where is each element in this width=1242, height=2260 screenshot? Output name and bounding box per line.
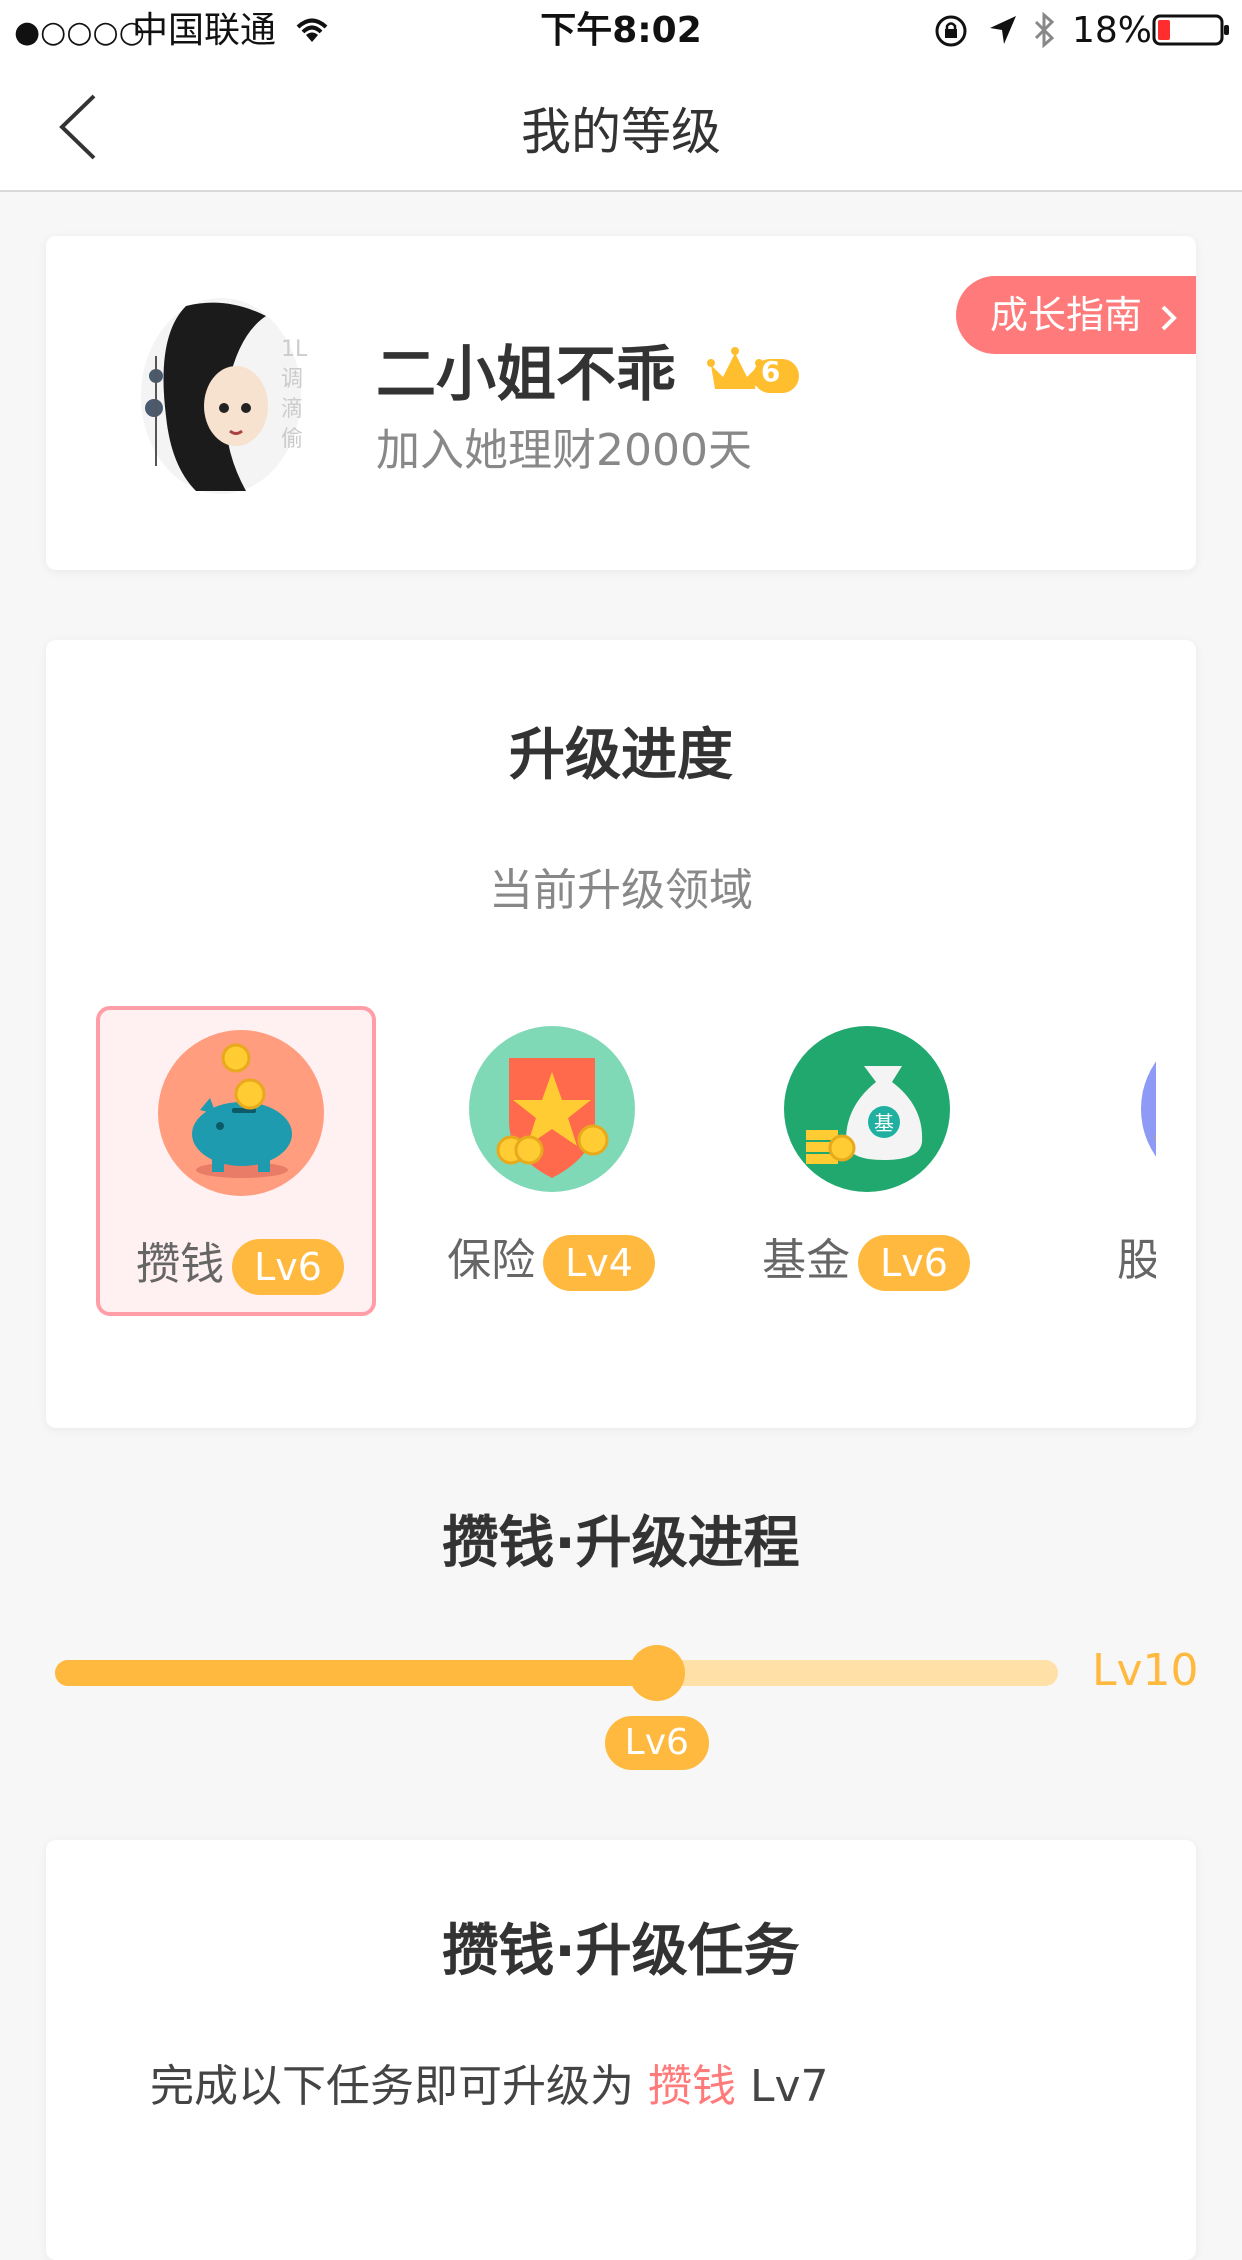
svg-text:基: 基 <box>874 1111 894 1135</box>
growth-guide-button[interactable]: 成长指南 <box>956 276 1196 354</box>
shield-star-icon <box>469 1026 635 1192</box>
page-title: 我的等级 <box>521 103 721 161</box>
profile-card: 1L 调 滴 偷 二小姐不乖 6 加入她理财2000天 成长指南 <box>46 236 1196 570</box>
piggy-bank-icon <box>158 1030 324 1196</box>
requirement-domain: 攒钱 <box>648 2061 736 2112</box>
svg-text:偷: 偷 <box>281 427 303 452</box>
task-item-clipped <box>190 2190 750 2220</box>
upgrade-tasks-title: 攒钱·升级任务 <box>442 1919 800 1984</box>
battery-percent: 18% <box>1072 10 1153 51</box>
upgrade-progress-card: 升级进度 当前升级领域 攒钱 Lv6 保险 Lv4 基 基金 Lv6 股 <box>46 640 1196 1428</box>
requirement-level: Lv7 <box>750 2061 829 2112</box>
money-bag-icon: 基 <box>784 1026 950 1192</box>
level-progress-knob <box>628 1645 685 1701</box>
domain-label: 股票 <box>1117 1224 1156 1288</box>
current-domain-subtitle: 当前升级领域 <box>489 865 753 916</box>
crown-icon <box>706 346 799 393</box>
current-level-pill: Lv6 <box>604 1716 709 1770</box>
location-icon <box>988 14 1018 50</box>
user-name: 二小姐不乖 6 <box>376 326 803 414</box>
svg-text:调: 调 <box>281 367 303 392</box>
domain-name: 股票 <box>1117 1235 1156 1286</box>
level-pill: Lv4 <box>543 1235 655 1291</box>
max-level-label: Lv10 <box>1092 1645 1199 1696</box>
user-name-text: 二小姐不乖 <box>376 340 676 410</box>
domain-fund[interactable]: 基 基金 Lv6 <box>726 1006 1006 1316</box>
avatar[interactable]: 1L 调 滴 偷 <box>126 296 316 496</box>
domain-name: 基金 <box>762 1235 851 1286</box>
domain-stocks[interactable]: 股票 <box>1041 1006 1156 1316</box>
battery-icon <box>1152 14 1232 50</box>
domain-label: 基金 Lv6 <box>726 1224 1006 1291</box>
growth-guide-label: 成长指南 <box>990 293 1143 337</box>
level-progress-fill <box>55 1660 657 1686</box>
domain-label: 保险 Lv4 <box>411 1224 691 1291</box>
chevron-right-icon <box>1161 305 1177 330</box>
svg-text:1L: 1L <box>281 337 308 362</box>
join-days: 加入她理财2000天 <box>376 425 752 476</box>
level-pill: Lv6 <box>232 1239 344 1295</box>
navigation-bar: 我的等级 <box>0 62 1242 192</box>
level-progress-title: 攒钱·升级进程 <box>442 1511 800 1576</box>
svg-text:滴: 滴 <box>281 397 303 422</box>
crown-level-number: 6 <box>760 354 781 388</box>
domain-insurance[interactable]: 保险 Lv4 <box>411 1006 691 1316</box>
rotation-lock-icon <box>934 14 968 52</box>
level-progress-track <box>55 1660 1058 1686</box>
upgrade-requirement-text: 完成以下任务即可升级为 攒钱 Lv7 <box>150 2050 829 2114</box>
crown-level-badge: 6 <box>706 343 803 414</box>
requirement-prefix: 完成以下任务即可升级为 <box>150 2061 634 2112</box>
upgrade-progress-title: 升级进度 <box>509 723 733 788</box>
domain-savings[interactable]: 攒钱 Lv6 <box>96 1006 376 1316</box>
level-pill: Lv6 <box>858 1235 970 1291</box>
domain-name: 攒钱 <box>136 1239 225 1290</box>
domain-label: 攒钱 Lv6 <box>100 1228 380 1295</box>
status-bar: ●○○○○ 中国联通 下午8:02 18% <box>0 0 1242 62</box>
bluetooth-icon <box>1032 11 1056 52</box>
domain-stocks-clip: 股票 <box>1041 1006 1156 1326</box>
stock-chart-icon <box>1141 1026 1156 1192</box>
domain-name: 保险 <box>447 1235 536 1286</box>
